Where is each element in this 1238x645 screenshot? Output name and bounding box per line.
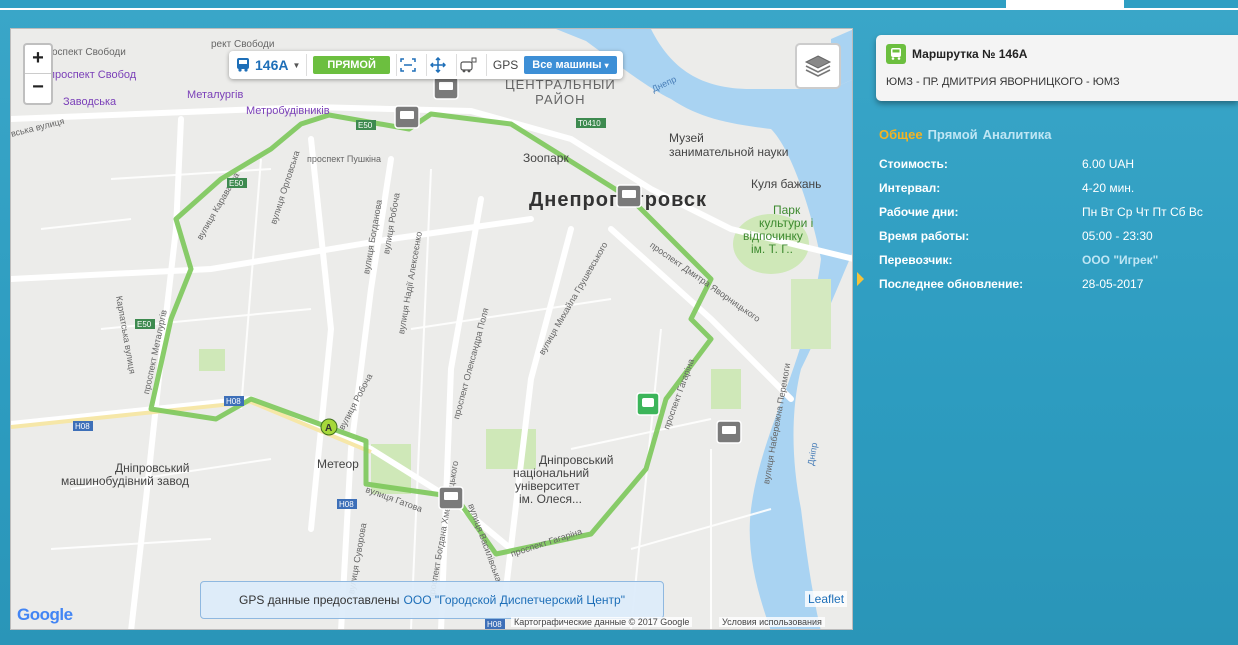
place-label: Куля бажань [751, 177, 822, 191]
gps-toggle-button[interactable]: GPS [485, 54, 518, 76]
place-label: проспект Свобод [49, 69, 137, 81]
street-label: проспект Пушкіна [307, 154, 382, 164]
top-bar [0, 0, 1238, 10]
map-data-attribution: Картографические данные © 2017 Google [511, 617, 693, 627]
place-label: ім. Олеся... [519, 492, 582, 506]
place-label: Музей [669, 131, 704, 145]
place-label: Металургів [187, 89, 244, 101]
place-label: рект Свободи [211, 39, 275, 50]
info-value: 6.00 UAH [1082, 157, 1135, 171]
place-label: Зоопарк [523, 151, 569, 165]
info-value: 28-05-2017 [1082, 277, 1144, 291]
info-row-hours: Время работы: 05:00 - 23:30 [879, 229, 1219, 253]
layers-button[interactable] [795, 43, 841, 89]
chevron-down-icon: ▾ [604, 61, 609, 70]
tab-general[interactable]: Общее [879, 127, 923, 142]
info-row-interval: Интервал: 4-20 мин. [879, 181, 1219, 205]
place-label: відпочинку [743, 229, 803, 243]
place-label: культури і [759, 216, 814, 230]
route-info: Стоимость: 6.00 UAH Интервал: 4-20 мин. … [879, 157, 1219, 301]
map-base [11, 29, 852, 629]
tab-direct[interactable]: Прямой [928, 127, 978, 142]
bus-icon [237, 58, 249, 72]
info-key: Последнее обновление: [879, 277, 1024, 291]
gps-notice: GPS данные предоставлены ООО "Городской … [200, 581, 664, 619]
vehicles-dropdown[interactable]: Все машины ▾ [524, 56, 617, 74]
route-number: 146A [255, 57, 289, 73]
route-card: Маршрутка № 146А ЮМЗ - ПР. ДМИТРИЯ ЯВОРН… [876, 35, 1238, 101]
district-line: РАЙОН [535, 92, 586, 107]
info-row-carrier: Перевозчик: ООО "Игрек" [879, 253, 1219, 277]
panel-tabs: Общее Прямой Аналитика [879, 127, 1051, 142]
map-toolbar: 146A ▼ ПРЯМОЙ GPS Все машины ▾ [229, 51, 623, 79]
info-value: 05:00 - 23:30 [1082, 229, 1153, 243]
place-label: Парк [773, 203, 801, 217]
info-row-days: Рабочие дни: Пн Вт Ср Чт Пт Сб Вс [879, 205, 1219, 229]
gps-provider-link[interactable]: ООО "Городской Диспетчерский Центр" [404, 593, 625, 607]
zoom-in-button[interactable]: + [25, 45, 51, 74]
stops-toggle-button[interactable] [455, 54, 480, 76]
info-key: Интервал: [879, 181, 941, 195]
fit-bounds-icon [400, 58, 417, 72]
zoom-control: + − [23, 43, 53, 105]
center-button[interactable] [425, 54, 450, 76]
place-label: Дніпровський [115, 461, 190, 475]
place-label: Дніпровський [539, 453, 614, 467]
bus-stop-icon [460, 57, 477, 73]
direction-button[interactable]: ПРЯМОЙ [313, 56, 390, 74]
place-label: проспект Свободи [41, 47, 126, 58]
map[interactable]: проспект Пушкіна вулиця Орловська вулиця… [10, 28, 853, 630]
google-logo-text: Google [17, 605, 73, 624]
vehicles-dropdown-label: Все машины [532, 59, 602, 71]
carrier-link[interactable]: ООО "Игрек" [1082, 253, 1158, 277]
info-value: 4-20 мин. [1082, 181, 1135, 195]
top-tab[interactable] [1006, 0, 1124, 10]
route-subtitle: ЮМЗ - ПР. ДМИТРИЯ ЯВОРНИЦКОГО - ЮМЗ [886, 76, 1120, 88]
place-label: національний [513, 466, 590, 480]
zoom-out-button[interactable]: − [25, 74, 51, 103]
fit-bounds-button[interactable] [395, 54, 420, 76]
info-key: Перевозчик: [879, 253, 953, 267]
info-key: Стоимость: [879, 157, 948, 171]
place-label: Метробудівників [246, 105, 330, 117]
district-line: ЦЕНТРАЛЬНЫЙ [505, 77, 616, 92]
layers-icon [804, 55, 832, 77]
google-logo: Google [17, 605, 73, 625]
place-label: Метеор [317, 457, 359, 471]
place-label: університет [515, 479, 580, 493]
route-title: Маршрутка № 146А [912, 47, 1028, 61]
terms-link[interactable]: Условия использования [719, 617, 825, 627]
route-selector[interactable]: 146A ▼ [235, 54, 308, 76]
info-row-price: Стоимость: 6.00 UAH [879, 157, 1219, 181]
gps-notice-text: GPS данные предоставлены [238, 593, 400, 607]
panel-pointer-icon [857, 272, 864, 286]
info-row-updated: Последнее обновление: 28-05-2017 [879, 277, 1219, 301]
city-label: Днепропетровск [529, 189, 708, 211]
place-label: ім. Т. Г.. [751, 242, 793, 256]
place-label: занимательной науки [669, 145, 789, 159]
leaflet-link[interactable]: Leaflet [805, 591, 848, 607]
chevron-down-icon: ▼ [292, 60, 301, 70]
place-label: Заводська [63, 96, 117, 108]
info-key: Время работы: [879, 229, 970, 243]
info-key: Рабочие дни: [879, 205, 959, 219]
bus-icon [886, 44, 906, 64]
move-icon [430, 57, 447, 73]
tab-analytics[interactable]: Аналитика [983, 127, 1052, 142]
place-label: машинобудівний завод [61, 474, 190, 488]
info-value: Пн Вт Ср Чт Пт Сб Вс [1082, 205, 1203, 219]
district-label: ЦЕНТРАЛЬНЫЙ РАЙОН [505, 77, 616, 107]
